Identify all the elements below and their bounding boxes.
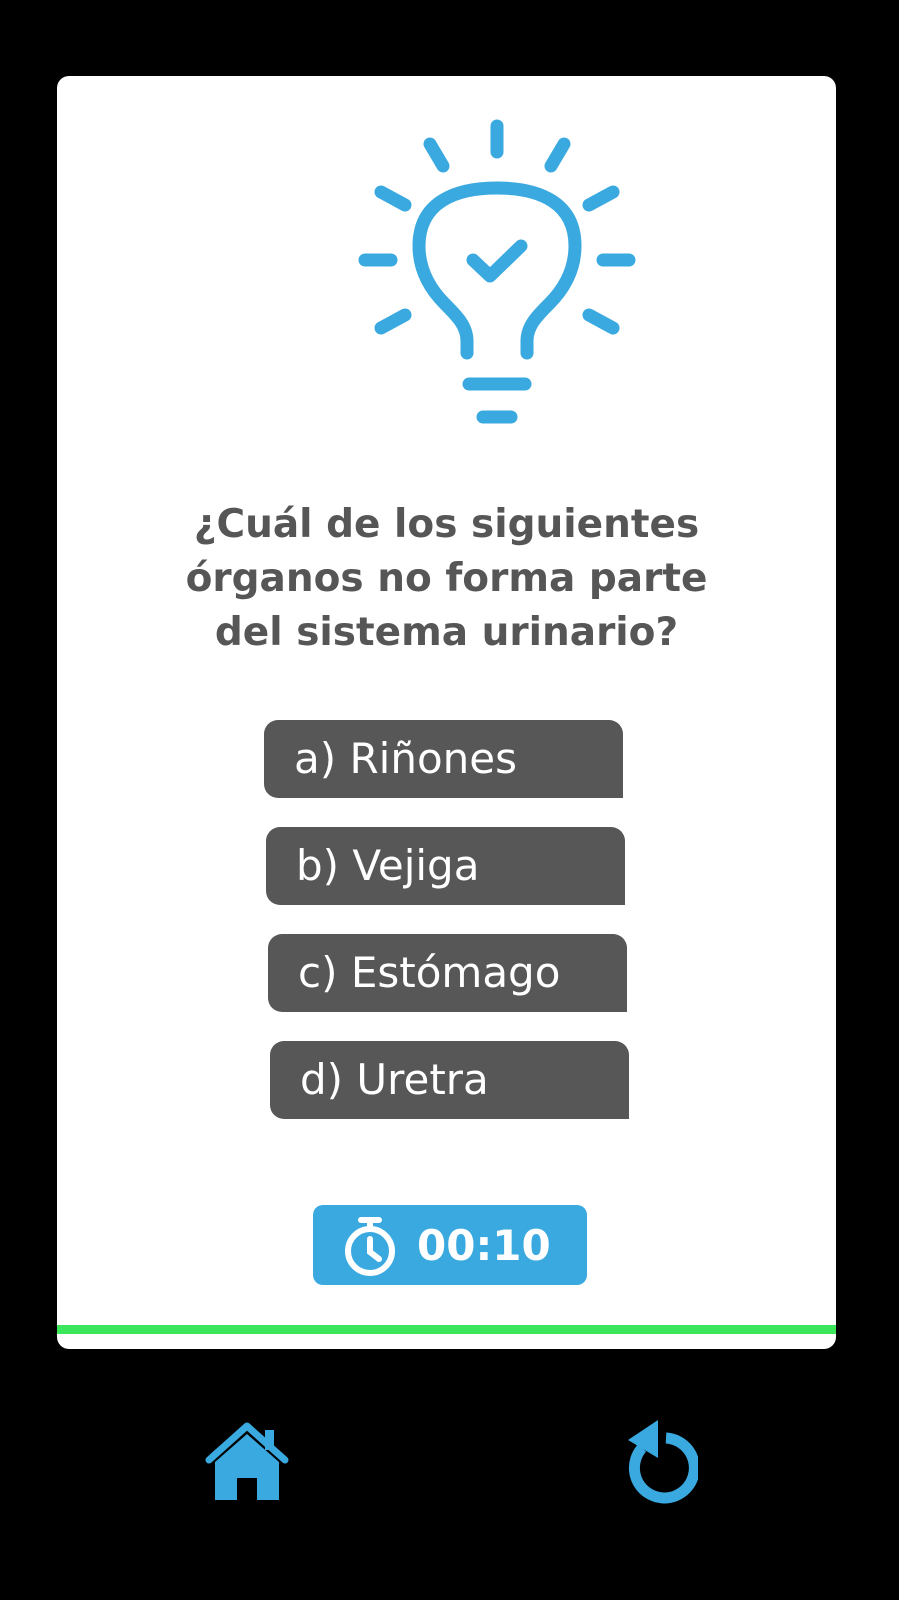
question-line: órganos no forma parte xyxy=(185,556,708,601)
stopwatch-icon xyxy=(345,1217,395,1276)
option-b-button[interactable]: b) Vejiga xyxy=(266,827,625,905)
question-text: ¿Cuál de los siguientes órganos no forma… xyxy=(57,498,836,660)
quiz-card: ¿Cuál de los siguientes órganos no forma… xyxy=(57,76,836,1349)
timer-badge: 00:10 xyxy=(313,1205,587,1285)
lightbulb-check-icon xyxy=(358,119,636,424)
progress-bar-fill xyxy=(57,1325,836,1334)
option-c-button[interactable]: c) Estómago xyxy=(268,934,627,1012)
question-line: del sistema urinario? xyxy=(214,610,679,655)
option-d-button[interactable]: d) Uretra xyxy=(270,1041,629,1119)
question-line: ¿Cuál de los siguientes xyxy=(193,502,700,547)
progress-bar xyxy=(57,1325,836,1334)
home-icon[interactable] xyxy=(205,1420,289,1502)
restart-icon[interactable] xyxy=(618,1418,698,1506)
option-a-button[interactable]: a) Riñones xyxy=(264,720,623,798)
timer-value: 00:10 xyxy=(417,1221,551,1270)
